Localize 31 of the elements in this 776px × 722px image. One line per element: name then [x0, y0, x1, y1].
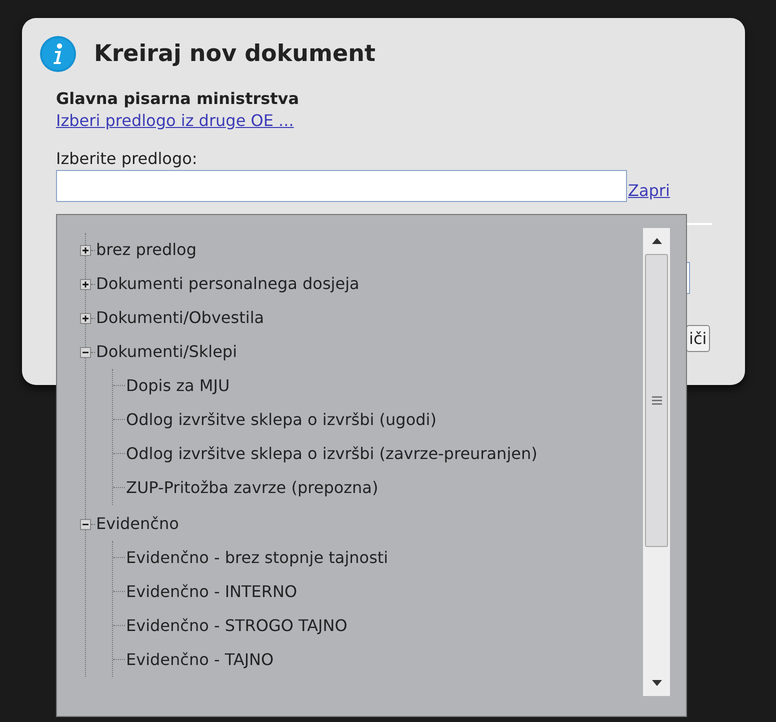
tree-item[interactable]: Evidenčno - brez stopnje tajnosti — [126, 545, 551, 571]
scroll-down-icon[interactable] — [652, 680, 662, 686]
expand-icon[interactable] — [80, 244, 91, 256]
tree-item[interactable]: Dokumenti personalnega dosjeja — [96, 272, 360, 296]
collapse-icon[interactable] — [80, 518, 91, 530]
dialog-title: Kreiraj nov dokument — [94, 40, 376, 69]
scroll-up-icon[interactable] — [652, 238, 662, 244]
tree-item[interactable]: Evidenčno - TAJNO — [126, 647, 551, 673]
scrollbar[interactable] — [643, 228, 670, 696]
tree-item[interactable]: Dokumenti/Obvestila — [96, 306, 264, 330]
expand-icon[interactable] — [80, 312, 91, 324]
scrollbar-thumb[interactable] — [645, 254, 668, 547]
tree-item[interactable]: Odlog izvršitve sklepa o izvršbi (zavrze-preuranjen) — [126, 441, 551, 467]
tree-item[interactable]: Dokumenti/Sklepi — [96, 340, 238, 364]
grip-icon — [652, 396, 662, 405]
template-field[interactable] — [56, 170, 627, 202]
info-icon — [40, 36, 76, 72]
tree-item[interactable]: brez predlog — [96, 238, 196, 262]
close-link[interactable]: Zapri — [628, 180, 670, 202]
tree-item[interactable]: ZUP-Pritožba zavrze (prepozna) — [126, 475, 551, 501]
organization-name: Glavna pisarna ministrstva — [56, 88, 299, 110]
tree-item[interactable]: Evidenčno - INTERNO — [126, 579, 551, 605]
expand-icon[interactable] — [80, 278, 91, 290]
collapse-icon[interactable] — [80, 346, 91, 358]
dialog-button[interactable]: iči — [686, 325, 710, 352]
other-unit-link[interactable]: Izberi predlogo iz druge OE ... — [56, 110, 294, 132]
tree-item[interactable]: Evidenčno - STROGO TAJNO — [126, 613, 551, 639]
tree-item[interactable]: Evidenčno — [96, 512, 179, 536]
tree-item[interactable]: Odlog izvršitve sklepa o izvršbi (ugodi) — [126, 407, 551, 433]
template-label: Izberite predlogo: — [56, 148, 198, 170]
tree-item[interactable]: Dopis za MJU — [126, 373, 551, 399]
